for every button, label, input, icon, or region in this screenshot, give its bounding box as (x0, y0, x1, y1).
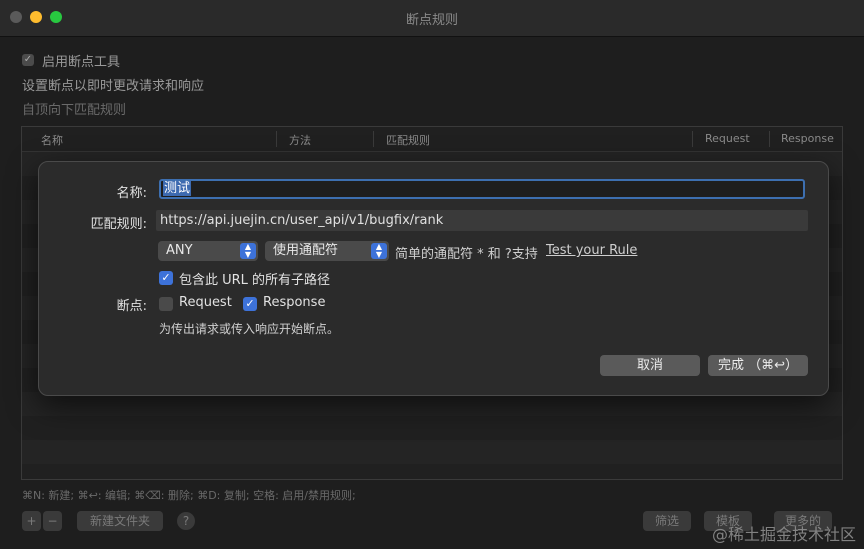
breakpoint-note: 为传出请求或传入响应开始断点。 (159, 322, 340, 336)
include-subpaths-label: 包含此 URL 的所有子路径 (179, 273, 331, 288)
name-label: 名称: (116, 186, 147, 201)
wildcard-select[interactable]: 使用通配符 ▲ ▼ (265, 241, 389, 261)
done-button[interactable]: 完成 （⌘↩） (708, 355, 808, 376)
match-rule-label: 匹配规则: (90, 217, 147, 232)
new-folder-button[interactable]: 新建文件夹 (77, 511, 163, 531)
name-field[interactable]: 测试 (159, 179, 805, 199)
match-rule-field[interactable]: https://api.juejin.cn/user_api/v1/bugfix… (156, 210, 808, 231)
table-row (22, 440, 842, 464)
window-title: 断点规则 (405, 13, 458, 28)
breakpoint-rule-dialog: 名称: 测试 匹配规则: https://api.juejin.cn/user_… (38, 161, 829, 396)
request-label: Request (179, 295, 232, 310)
breakpoint-label: 断点: (116, 299, 147, 314)
request-checkbox[interactable] (159, 297, 173, 311)
cancel-button[interactable]: 取消 (600, 355, 700, 376)
enable-breakpoint-label: 启用断点工具 (42, 55, 121, 70)
up-down-chevron-icon: ▲ ▼ (240, 243, 256, 259)
breakpoint-description: 设置断点以即时更改请求和响应 (22, 79, 205, 94)
table-header: 名称 方法 匹配规则 Request Response (22, 127, 842, 152)
title-bar: 断点规则 (0, 0, 864, 37)
help-icon[interactable]: ? (177, 512, 195, 530)
column-match-rule[interactable]: 匹配规则 (386, 132, 430, 148)
filter-button[interactable]: 筛选 (643, 511, 691, 531)
response-label: Response (263, 295, 326, 310)
rule-order-hint: 自顶向下匹配规则 (22, 103, 127, 118)
watermark: @稀土掘金技术社区 (711, 525, 856, 544)
enable-breakpoint-checkbox[interactable]: ✓ (22, 54, 34, 66)
up-down-chevron-icon: ▲ ▼ (371, 243, 387, 259)
column-separator (373, 131, 374, 147)
wildcard-value: 使用通配符 (273, 243, 339, 258)
column-separator (769, 131, 770, 147)
method-select[interactable]: ANY ▲ ▼ (158, 241, 258, 261)
shortcut-hints: ⌘N: 新建; ⌘↩: 编辑; ⌘⌫: 删除; ⌘D: 复制; 空格: 启用/禁… (22, 489, 356, 502)
remove-rule-button[interactable]: − (43, 511, 62, 531)
name-value: 测试 (163, 181, 192, 196)
test-rule-link[interactable]: Test your Rule (546, 243, 637, 258)
column-separator (692, 131, 693, 147)
include-subpaths-checkbox[interactable]: ✓ (159, 271, 173, 285)
column-method[interactable]: 方法 (289, 132, 311, 148)
column-response[interactable]: Response (781, 132, 834, 145)
column-separator (276, 131, 277, 147)
column-request[interactable]: Request (705, 132, 750, 145)
method-value: ANY (166, 243, 193, 258)
wildcard-hint: 简单的通配符 * 和 ?支持 (395, 247, 538, 262)
column-name[interactable]: 名称 (41, 132, 63, 148)
response-checkbox[interactable]: ✓ (243, 297, 257, 311)
add-rule-button[interactable]: + (22, 511, 41, 531)
